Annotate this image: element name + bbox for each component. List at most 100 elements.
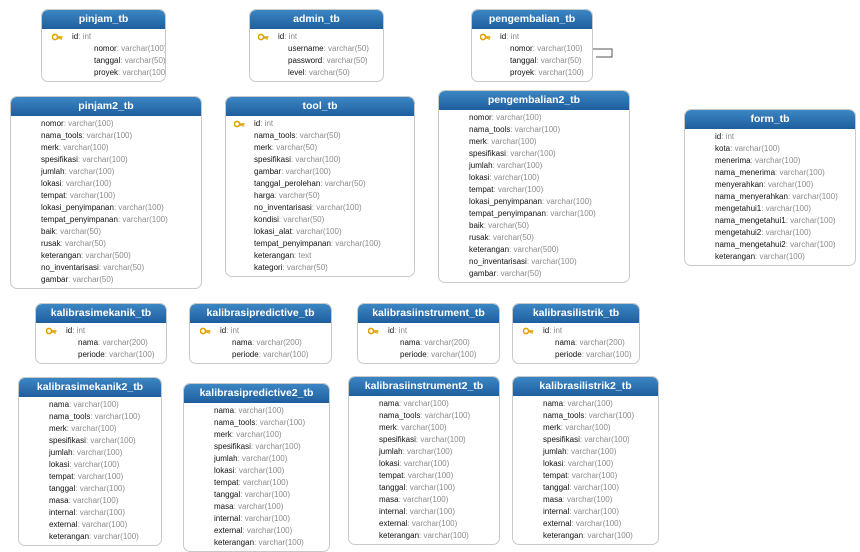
table-field[interactable]: lokasi: varchar(100)	[461, 172, 625, 184]
table-title[interactable]: pinjam2_tb	[11, 97, 201, 116]
table-field[interactable]: merk: varchar(100)	[41, 423, 157, 435]
table-title[interactable]: kalibrasipredictive_tb	[190, 304, 331, 323]
table-field[interactable]: internal: varchar(100)	[41, 507, 157, 519]
table-field[interactable]: lokasi: varchar(100)	[33, 178, 197, 190]
table-field[interactable]: password: varchar(50)	[270, 55, 379, 67]
table-field[interactable]: tempat: varchar(100)	[206, 477, 325, 489]
table-field[interactable]: nama: varchar(200)	[535, 337, 635, 349]
table-field[interactable]: baik: varchar(50)	[33, 226, 197, 238]
table-field[interactable]: nama: varchar(100)	[535, 398, 654, 410]
table-field[interactable]: tanggal: varchar(100)	[206, 489, 325, 501]
table-field[interactable]: tanggal: varchar(50)	[492, 55, 588, 67]
table-field[interactable]: gambar: varchar(50)	[33, 274, 197, 286]
table-field[interactable]: internal: varchar(100)	[206, 513, 325, 525]
table-field[interactable]: proyek: varchar(100)	[64, 67, 165, 79]
table-field[interactable]: nama: varchar(100)	[41, 399, 157, 411]
table-field[interactable]: kondisi: varchar(50)	[246, 214, 410, 226]
table-field[interactable]: tempat_penyimpanan: varchar(100)	[33, 214, 197, 226]
table-field[interactable]: no_inventarisasi: varchar(100)	[461, 256, 625, 268]
table-field[interactable]: jumlah: varchar(100)	[33, 166, 197, 178]
table-field[interactable]: jumlah: varchar(100)	[41, 447, 157, 459]
table-field[interactable]: keterangan: varchar(500)	[461, 244, 625, 256]
table-field[interactable]: nama_mengetahui2: varchar(100)	[707, 239, 851, 251]
table-title[interactable]: kalibrasilistrik_tb	[513, 304, 639, 323]
table-field[interactable]: nama: varchar(200)	[380, 337, 495, 349]
table-field[interactable]: nomor: varchar(100)	[64, 43, 165, 55]
table-field[interactable]: spesifikasi: varchar(100)	[206, 441, 325, 453]
table-kalibrasilistrik-tb[interactable]: kalibrasilistrik_tb id: int nama: varchar(…	[512, 303, 640, 364]
table-field[interactable]: nomor: varchar(100)	[492, 43, 588, 55]
table-title[interactable]: kalibrasipredictive2_tb	[184, 384, 329, 403]
table-field[interactable]: tanggal: varchar(100)	[41, 483, 157, 495]
table-title[interactable]: admin_tb	[250, 10, 383, 29]
table-field[interactable]: tanggal: varchar(100)	[371, 482, 495, 494]
table-field[interactable]: nama_tools: varchar(100)	[535, 410, 654, 422]
table-field[interactable]: keterangan: text	[246, 250, 410, 262]
table-field[interactable]: nama_tools: varchar(100)	[33, 130, 197, 142]
table-pengembalian2-tb[interactable]: pengembalian2_tb nomor: varchar(100) nama_…	[438, 90, 630, 283]
table-field[interactable]: nama: varchar(200)	[212, 337, 327, 349]
table-field[interactable]: periode: varchar(100)	[380, 349, 495, 361]
table-field[interactable]: tempat_penyimpanan: varchar(100)	[461, 208, 625, 220]
table-field[interactable]: keterangan: varchar(500)	[33, 250, 197, 262]
table-field[interactable]: id: int	[233, 118, 410, 130]
table-field[interactable]: nama: varchar(100)	[371, 398, 495, 410]
table-field[interactable]: nama_tools: varchar(50)	[246, 130, 410, 142]
table-field[interactable]: lokasi_alat: varchar(100)	[246, 226, 410, 238]
table-title[interactable]: kalibrasimekanik2_tb	[19, 378, 161, 397]
table-field[interactable]: tanggal_perolehan: varchar(50)	[246, 178, 410, 190]
table-field[interactable]: tempat: varchar(100)	[371, 470, 495, 482]
table-field[interactable]: id: int	[367, 325, 495, 337]
table-field[interactable]: id: int	[522, 325, 635, 337]
table-field[interactable]: merk: varchar(100)	[371, 422, 495, 434]
table-field[interactable]: masa: varchar(100)	[206, 501, 325, 513]
table-field[interactable]: jumlah: varchar(100)	[206, 453, 325, 465]
table-field[interactable]: keterangan: varchar(100)	[707, 251, 851, 263]
table-field[interactable]: tanggal: varchar(50)	[64, 55, 165, 67]
table-field[interactable]: external: varchar(100)	[206, 525, 325, 537]
table-field[interactable]: keterangan: varchar(100)	[206, 537, 325, 549]
table-field[interactable]: nama: varchar(100)	[206, 405, 325, 417]
table-title[interactable]: pengembalian2_tb	[439, 91, 629, 110]
table-field[interactable]: periode: varchar(100)	[58, 349, 162, 361]
table-field[interactable]: tempat: varchar(100)	[461, 184, 625, 196]
table-pinjam-tb[interactable]: pinjam_tb id: int nomor: varchar(100) tangg…	[41, 9, 166, 82]
table-field[interactable]: merk: varchar(100)	[461, 136, 625, 148]
table-field[interactable]: spesifikasi: varchar(100)	[371, 434, 495, 446]
table-field[interactable]: spesifikasi: varchar(100)	[246, 154, 410, 166]
table-field[interactable]: merk: varchar(100)	[206, 429, 325, 441]
table-field[interactable]: jumlah: varchar(100)	[371, 446, 495, 458]
table-field[interactable]: internal: varchar(100)	[535, 506, 654, 518]
table-field[interactable]: merk: varchar(100)	[535, 422, 654, 434]
table-field[interactable]: spesifikasi: varchar(100)	[535, 434, 654, 446]
table-field[interactable]: id: int	[45, 325, 162, 337]
table-title[interactable]: pinjam_tb	[42, 10, 165, 29]
table-kalibrasiinstrument2-tb[interactable]: kalibrasiinstrument2_tb nama: varchar(100…	[348, 376, 500, 545]
table-field[interactable]: no_inventarisasi: varchar(100)	[246, 202, 410, 214]
table-field[interactable]: nama_menerima: varchar(100)	[707, 167, 851, 179]
table-pengembalian-tb[interactable]: pengembalian_tb id: int nomor: varchar(100…	[471, 9, 593, 82]
table-field[interactable]: nama: varchar(200)	[58, 337, 162, 349]
table-title[interactable]: tool_tb	[226, 97, 414, 116]
table-field[interactable]: baik: varchar(50)	[461, 220, 625, 232]
table-field[interactable]: periode: varchar(100)	[212, 349, 327, 361]
table-kalibrasipredictive-tb[interactable]: kalibrasipredictive_tb id: int nama: varch…	[189, 303, 332, 364]
table-field[interactable]: periode: varchar(100)	[535, 349, 635, 361]
table-field[interactable]: mengetahui2: varchar(100)	[707, 227, 851, 239]
table-field[interactable]: lokasi: varchar(100)	[371, 458, 495, 470]
table-field[interactable]: no_inventarisasi: varchar(50)	[33, 262, 197, 274]
table-field[interactable]: masa: varchar(100)	[535, 494, 654, 506]
table-field[interactable]: keterangan: varchar(100)	[41, 531, 157, 543]
table-title[interactable]: kalibrasilistrik2_tb	[513, 377, 658, 396]
table-field[interactable]: masa: varchar(100)	[41, 495, 157, 507]
table-title[interactable]: pengembalian_tb	[472, 10, 592, 29]
table-field[interactable]: nomor: varchar(100)	[33, 118, 197, 130]
table-field[interactable]: nama_menyerahkan: varchar(100)	[707, 191, 851, 203]
table-field[interactable]: jumlah: varchar(100)	[461, 160, 625, 172]
table-field[interactable]: merk: varchar(100)	[33, 142, 197, 154]
table-field[interactable]: external: varchar(100)	[41, 519, 157, 531]
table-field[interactable]: tempat: varchar(100)	[33, 190, 197, 202]
table-field[interactable]: internal: varchar(100)	[371, 506, 495, 518]
table-form-tb[interactable]: form_tb id: int kota: varchar(100) menerima…	[684, 109, 856, 266]
table-field[interactable]: tempat: varchar(100)	[41, 471, 157, 483]
